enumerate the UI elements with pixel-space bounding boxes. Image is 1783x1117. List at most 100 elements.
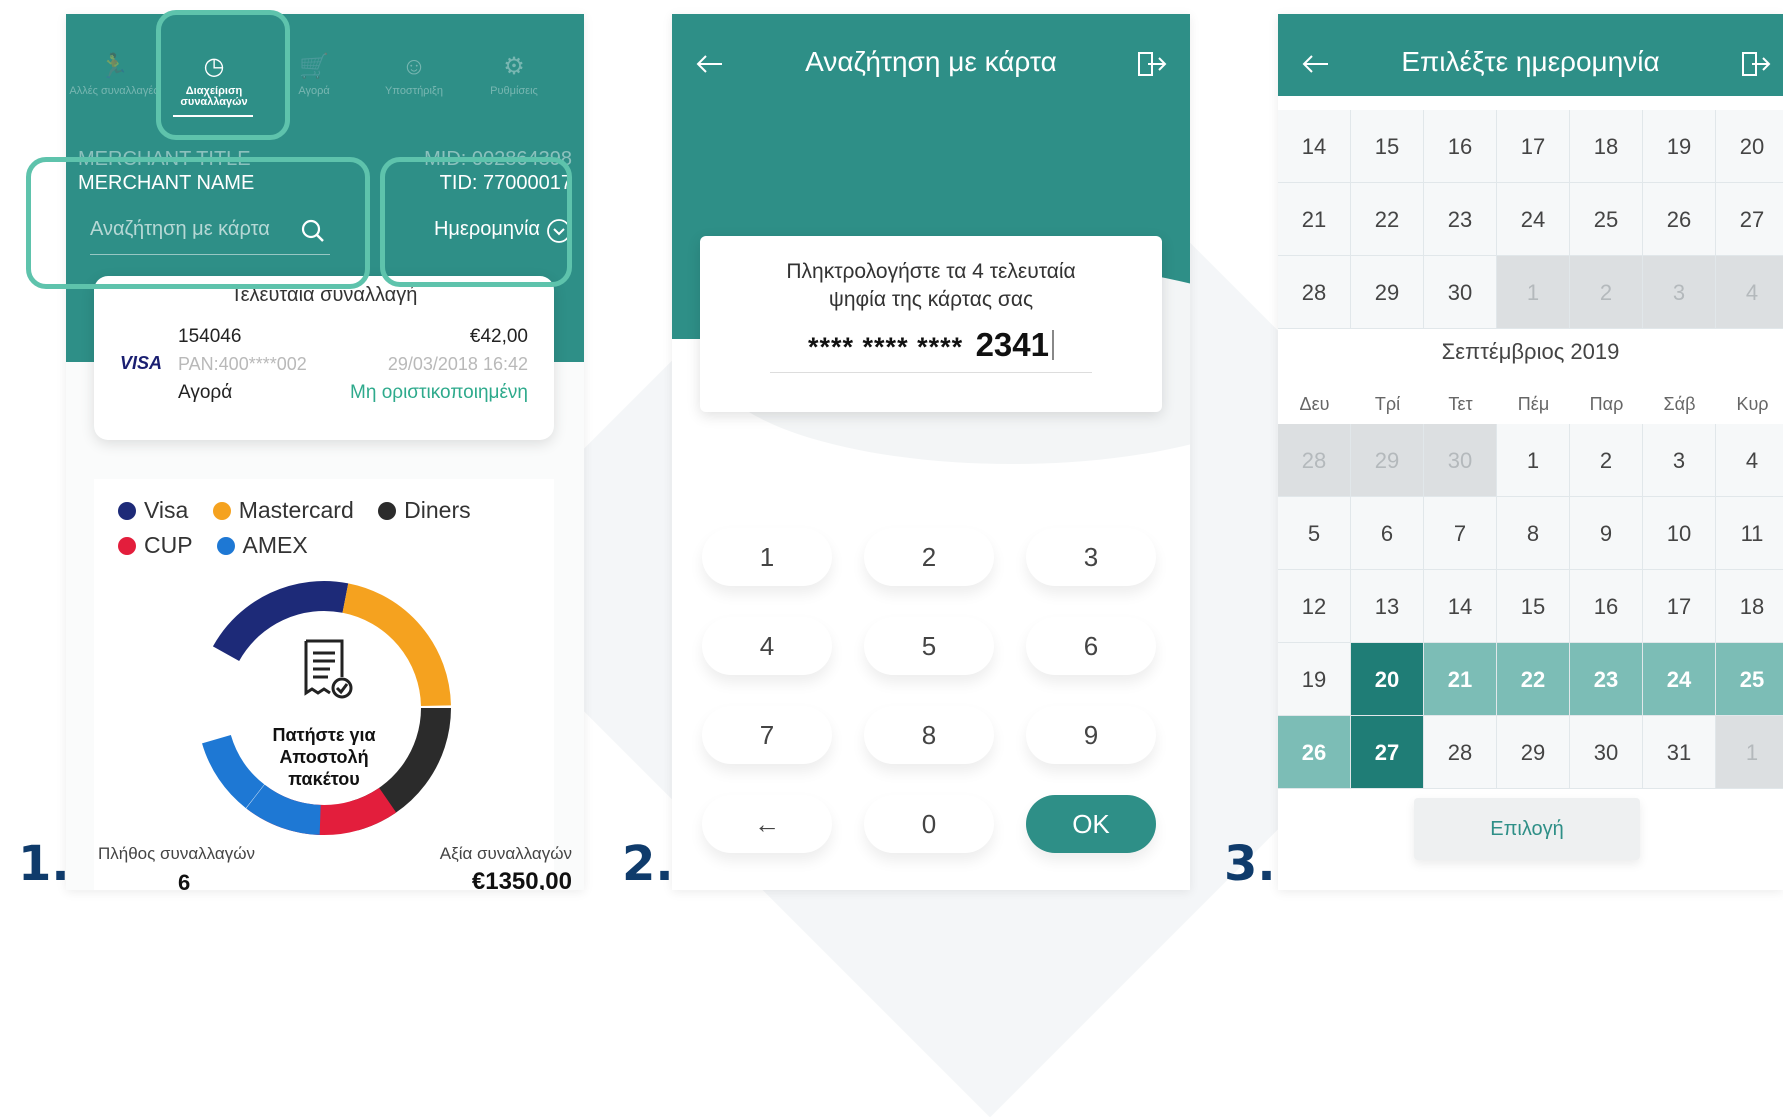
day-cell[interactable]: 20	[1351, 643, 1424, 716]
last-transaction-card[interactable]: Τελευταία συναλλαγή 154046 €42,00 VISA P…	[94, 276, 554, 440]
day-cell[interactable]: 7	[1424, 497, 1497, 570]
send-batch-line-2: Αποστολή	[279, 747, 369, 767]
prompt-line-2: ψηφία της κάρτας σας	[828, 288, 1034, 311]
day-cell[interactable]: 19	[1278, 643, 1351, 716]
key-2[interactable]: 2	[864, 528, 994, 586]
support-icon: ☺	[401, 53, 427, 80]
visa-logo: VISA	[120, 353, 163, 373]
day-cell: 2	[1570, 256, 1643, 329]
card-brand-donut[interactable]	[192, 576, 456, 840]
key-3[interactable]: 3	[1026, 528, 1156, 586]
nav-item-3[interactable]: ☺ Υποστήριξη	[364, 54, 464, 97]
day-cell[interactable]: 28	[1278, 256, 1351, 329]
key-1[interactable]: 1	[702, 528, 832, 586]
key-8[interactable]: 8	[864, 706, 994, 764]
donut-visa	[197, 581, 451, 835]
day-cell[interactable]: 10	[1643, 497, 1716, 570]
day-cell[interactable]: 13	[1351, 570, 1424, 643]
weekday-label: Δευ	[1299, 394, 1330, 414]
screen-transactions: MERCHANT TITLE MERCHANT NAME MID: 002864…	[66, 14, 584, 890]
day-cell[interactable]: 29	[1351, 256, 1424, 329]
nav-item-4[interactable]: ⚙ Ρυθμίσεις	[464, 54, 564, 97]
day-cell[interactable]: 18	[1570, 110, 1643, 183]
amex-dot	[216, 537, 235, 555]
receipt-check-icon	[304, 639, 353, 699]
day-cell[interactable]: 30	[1424, 256, 1497, 329]
legend-cup: CUP	[118, 532, 192, 558]
key-7[interactable]: 7	[702, 706, 832, 764]
day-cell[interactable]: 26	[1643, 183, 1716, 256]
day-cell[interactable]: 22	[1351, 183, 1424, 256]
day-cell[interactable]: 4	[1716, 424, 1783, 497]
send-batch-button-label[interactable]: Πατήστε για Αποστολή πακέτου	[224, 724, 424, 790]
logout-icon[interactable]	[1740, 50, 1772, 78]
weekday-label: Τρί	[1374, 394, 1401, 414]
ok-button[interactable]: OK	[1026, 795, 1156, 853]
screen-date-picker: Επιλέξτε ημερομηνία Σεπτέμβριος 2019 Επι…	[1278, 14, 1783, 890]
day-cell[interactable]: 23	[1424, 183, 1497, 256]
day-cell: 29	[1351, 424, 1424, 497]
day-cell[interactable]: 12	[1278, 570, 1351, 643]
day-cell[interactable]: 1	[1497, 424, 1570, 497]
send-batch-line-3: πακέτου	[288, 769, 360, 789]
logout-icon[interactable]	[1136, 50, 1168, 78]
day-cell[interactable]: 28	[1424, 716, 1497, 789]
day-cell[interactable]: 26	[1278, 716, 1351, 789]
day-cell[interactable]: 14	[1424, 570, 1497, 643]
day-cell[interactable]: 14	[1278, 110, 1351, 183]
donut-cup	[197, 581, 451, 835]
day-cell[interactable]: 24	[1497, 183, 1570, 256]
day-cell[interactable]: 19	[1643, 110, 1716, 183]
key-9[interactable]: 9	[1026, 706, 1156, 764]
transaction-count-label: Πλήθος συναλλαγών	[98, 844, 256, 863]
stats-panel: Visa Mastercard Diners CUP AMEX Πατήστε …	[94, 479, 554, 890]
day-cell[interactable]: 15	[1351, 110, 1424, 183]
day-cell[interactable]: 16	[1424, 110, 1497, 183]
nav-item-label: Αλλές συναλλαγές	[69, 85, 159, 97]
day-cell[interactable]: 2	[1570, 424, 1643, 497]
weekday-label: Σάβ	[1663, 394, 1696, 414]
weekday-label: Πέμ	[1517, 394, 1550, 414]
transaction-value-amount: €1350,00	[471, 868, 572, 890]
card-digits-input[interactable]: **** **** **** 2341	[770, 326, 1092, 373]
key-4[interactable]: 4	[702, 617, 832, 675]
day-cell[interactable]: 21	[1424, 643, 1497, 716]
nav-item-0[interactable]: 🏃 Αλλές συναλλαγές	[66, 54, 164, 97]
key-6[interactable]: 6	[1026, 617, 1156, 675]
day-cell[interactable]: 3	[1643, 424, 1716, 497]
day-cell[interactable]: 17	[1643, 570, 1716, 643]
day-cell[interactable]: 16	[1570, 570, 1643, 643]
day-cell[interactable]: 25	[1570, 183, 1643, 256]
day-cell[interactable]: 11	[1716, 497, 1783, 570]
day-cell[interactable]: 8	[1497, 497, 1570, 570]
weekday-label: Παρ	[1589, 394, 1624, 414]
day-cell[interactable]: 30	[1570, 716, 1643, 789]
day-cell[interactable]: 5	[1278, 497, 1351, 570]
transaction-count-value: 6	[178, 870, 191, 890]
day-cell[interactable]: 23	[1570, 643, 1643, 716]
day-cell[interactable]: 29	[1497, 716, 1570, 789]
send-batch-line-1: Πατήστε για	[272, 725, 376, 745]
day-cell[interactable]: 24	[1643, 643, 1716, 716]
key-5[interactable]: 5	[864, 617, 994, 675]
transaction-id: 154046	[178, 326, 242, 347]
transaction-amount: €42,00	[469, 326, 528, 347]
weekday-label: Τετ	[1448, 394, 1473, 414]
day-cell[interactable]: 21	[1278, 183, 1351, 256]
day-cell[interactable]: 6	[1351, 497, 1424, 570]
day-cell[interactable]: 27	[1716, 183, 1783, 256]
legend-amex: AMEX	[216, 532, 308, 558]
day-cell[interactable]: 17	[1497, 110, 1570, 183]
key-0[interactable]: 0	[864, 795, 994, 853]
backspace-key[interactable]: ←	[702, 795, 832, 853]
day-cell[interactable]: 31	[1643, 716, 1716, 789]
day-cell[interactable]: 20	[1716, 110, 1783, 183]
card-last-digits: 2341	[975, 326, 1049, 363]
day-cell[interactable]: 15	[1497, 570, 1570, 643]
day-cell[interactable]: 27	[1351, 716, 1424, 789]
day-cell[interactable]: 25	[1716, 643, 1783, 716]
select-button[interactable]: Επιλογή	[1414, 798, 1640, 860]
day-cell[interactable]: 22	[1497, 643, 1570, 716]
day-cell[interactable]: 9	[1570, 497, 1643, 570]
day-cell[interactable]: 18	[1716, 570, 1783, 643]
